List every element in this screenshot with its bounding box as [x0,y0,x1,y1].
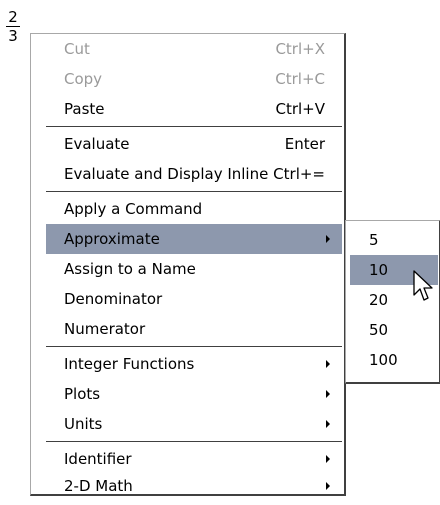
menu-separator [46,346,342,347]
submenu-arrow-icon [326,455,330,463]
menu-item-label: Denominator [64,290,163,308]
menu-item-cut[interactable]: Cut Ctrl+X [46,34,342,64]
submenu-item-50[interactable]: 50 [350,315,438,345]
menu-item-label: Copy [64,70,103,88]
menu-item-copy[interactable]: Copy Ctrl+C [46,64,342,94]
menu-item-integer-functions[interactable]: Integer Functions [46,349,342,379]
menu-item-shortcut: Ctrl+X [275,40,325,58]
menu-item-label: Numerator [64,320,146,338]
submenu-item-label: 20 [369,291,389,309]
menu-item-label: Paste [64,100,105,118]
submenu-arrow-icon [326,420,330,428]
menu-item-label: Integer Functions [64,355,195,373]
menu-item-shortcut: Ctrl+C [275,70,325,88]
menu-item-label: Cut [64,40,90,58]
submenu-arrow-icon [326,360,330,368]
menu-separator [46,191,342,192]
fraction-2-over-3: 2 3 [6,9,20,44]
fraction-numerator: 2 [8,8,18,26]
mouse-pointer-icon [413,270,433,301]
menu-item-label: Evaluate [64,135,130,153]
submenu-arrow-icon [326,482,330,490]
menu-separator [46,441,342,442]
submenu-item-100[interactable]: 100 [350,345,438,375]
menu-item-units[interactable]: Units [46,409,342,439]
fraction-denominator: 3 [8,27,18,45]
menu-item-shortcut: Ctrl+V [275,100,325,118]
menu-item-label: 2-D Math [64,477,133,495]
menu-item-label: Evaluate and Display Inline [64,165,269,183]
submenu-item-label: 50 [369,321,389,339]
submenu-arrow-icon [326,390,330,398]
menu-item-identifier[interactable]: Identifier [46,444,342,474]
submenu-item-label: 5 [369,231,379,249]
menu-item-apply-command[interactable]: Apply a Command [46,194,342,224]
menu-item-paste[interactable]: Paste Ctrl+V [46,94,342,124]
menu-item-label: Units [64,415,103,433]
context-menu: Cut Ctrl+X Copy Ctrl+C Paste Ctrl+V Eval… [30,33,346,496]
menu-item-denominator[interactable]: Denominator [46,284,342,314]
menu-item-label: Apply a Command [64,200,203,218]
menu-item-label: Assign to a Name [64,260,196,278]
menu-item-evaluate-display-inline[interactable]: Evaluate and Display Inline Ctrl+= [46,159,342,189]
menu-item-approximate[interactable]: Approximate [46,224,342,254]
menu-item-assign-name[interactable]: Assign to a Name [46,254,342,284]
submenu-arrow-icon [326,235,330,243]
menu-item-evaluate[interactable]: Evaluate Enter [46,129,342,159]
menu-item-plots[interactable]: Plots [46,379,342,409]
menu-item-shortcut: Ctrl+= [273,165,325,183]
menu-item-label: Identifier [64,450,132,468]
submenu-item-5[interactable]: 5 [350,225,438,255]
menu-item-label: Plots [64,385,101,403]
menu-item-label: Approximate [64,230,160,248]
menu-item-shortcut: Enter [284,135,325,153]
submenu-item-label: 100 [369,351,398,369]
submenu-item-label: 10 [369,261,389,279]
menu-separator [46,126,342,127]
menu-item-2d-math[interactable]: 2-D Math [46,471,342,501]
menu-item-numerator[interactable]: Numerator [46,314,342,344]
